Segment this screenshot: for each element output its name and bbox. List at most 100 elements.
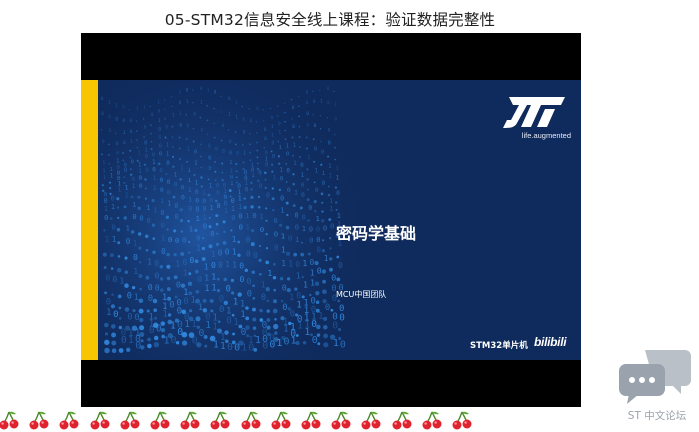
slide-subtitle: MCU中国团队 — [336, 290, 387, 299]
binary-digit — [273, 299, 277, 304]
binary-digit — [215, 214, 219, 218]
binary-digit: 0 — [284, 337, 290, 348]
binary-digit — [315, 291, 320, 296]
binary-digit: 1 — [132, 182, 136, 190]
binary-digit — [216, 277, 220, 281]
binary-digit — [196, 342, 202, 348]
binary-digit: 1 — [295, 235, 299, 244]
binary-digit: 0 — [287, 186, 291, 194]
binary-digit: 1 — [105, 235, 110, 244]
binary-digit: 0 — [330, 222, 334, 231]
binary-digit — [333, 146, 336, 149]
binary-digit: 0 — [241, 327, 247, 338]
forum-widget[interactable]: ST 中文论坛 — [615, 346, 695, 426]
binary-digit — [270, 150, 273, 153]
binary-digit — [269, 107, 271, 110]
binary-digit: 1 — [220, 341, 226, 352]
binary-digit — [301, 276, 304, 279]
binary-digit: 0 — [311, 319, 317, 330]
binary-digit: 0 — [203, 205, 207, 213]
binary-digit — [232, 332, 235, 336]
binary-digit: 0 — [155, 271, 160, 281]
binary-digit: 0 — [300, 163, 304, 169]
binary-digit — [129, 156, 132, 159]
binary-digit — [143, 136, 145, 138]
binary-digit — [326, 116, 329, 119]
binary-digit — [206, 119, 209, 122]
binary-digit — [277, 155, 281, 158]
binary-digit: 1 — [188, 196, 192, 204]
binary-digit — [111, 293, 114, 296]
binary-digit — [223, 277, 228, 282]
binary-digit — [130, 195, 134, 199]
binary-digit — [323, 316, 328, 321]
binary-digit — [145, 275, 150, 280]
binary-digit: 0 — [165, 124, 168, 130]
binary-digit: 1 — [116, 159, 119, 165]
binary-digit — [306, 188, 309, 191]
binary-digit: 0 — [222, 149, 225, 155]
binary-digit — [264, 186, 267, 190]
binary-digit — [298, 115, 300, 118]
binary-digit: 1 — [205, 320, 211, 331]
binary-digit — [259, 272, 262, 276]
binary-digit: 0 — [160, 209, 164, 217]
chat-bubbles-icon[interactable] — [615, 346, 695, 406]
binary-digit — [166, 228, 169, 231]
binary-digit: 1 — [167, 200, 171, 208]
binary-digit: 1 — [279, 145, 282, 151]
forum-label[interactable]: ST 中文论坛 — [621, 408, 693, 423]
binary-digit: 0 — [306, 111, 309, 117]
binary-digit: 0 — [315, 187, 319, 194]
binary-digit: 0 — [316, 224, 320, 233]
binary-digit — [132, 308, 136, 313]
binary-digit — [259, 308, 263, 313]
cherry-icon — [392, 411, 412, 430]
binary-digit: 0 — [295, 211, 299, 219]
binary-digit: 0 — [134, 313, 139, 323]
video-player[interactable]: 0110111100100100000000000111101000010111… — [81, 33, 581, 407]
binary-digit — [295, 341, 300, 345]
binary-digit — [137, 195, 141, 199]
binary-digit: 1 — [245, 211, 249, 220]
binary-digit — [118, 306, 122, 310]
binary-digit: 1 — [267, 268, 272, 278]
binary-digit: 0 — [215, 147, 218, 153]
binary-digit: 0 — [264, 127, 267, 133]
binary-digit — [307, 219, 310, 222]
binary-digit — [313, 181, 316, 184]
binary-digit — [179, 208, 183, 212]
binary-digit — [237, 240, 241, 244]
binary-digit: 0 — [130, 129, 133, 135]
binary-digit: 0 — [177, 306, 182, 316]
binary-digit: 1 — [161, 234, 165, 243]
binary-digit — [111, 332, 117, 338]
binary-digit: 0 — [133, 253, 138, 262]
video-slide: 0110111100100100000000000111101000010111… — [81, 80, 581, 360]
binary-digit: 0 — [295, 223, 299, 232]
binary-digit: 0 — [314, 147, 317, 153]
binary-digit: 1 — [314, 168, 318, 174]
binary-digit — [163, 99, 166, 101]
binary-digit — [124, 256, 128, 260]
binary-digit — [171, 95, 173, 98]
binary-digit — [262, 109, 264, 111]
binary-digit — [278, 188, 282, 192]
binary-digit — [329, 247, 332, 250]
binary-digit: 0 — [197, 274, 202, 284]
binary-digit: 0 — [193, 112, 196, 118]
binary-digit — [252, 307, 256, 312]
binary-digit: 1 — [231, 205, 235, 213]
binary-digit — [235, 162, 238, 165]
binary-digit — [108, 154, 110, 156]
binary-digit: 0 — [208, 144, 211, 150]
binary-digit — [208, 244, 213, 249]
binary-digit: 1 — [153, 175, 157, 182]
binary-digit — [116, 267, 122, 273]
binary-digit — [298, 146, 301, 149]
binary-digit — [130, 230, 135, 234]
binary-digit — [172, 165, 175, 169]
binary-digit: 1 — [175, 259, 180, 268]
binary-digit: 0 — [253, 251, 258, 260]
binary-digit — [192, 102, 194, 104]
